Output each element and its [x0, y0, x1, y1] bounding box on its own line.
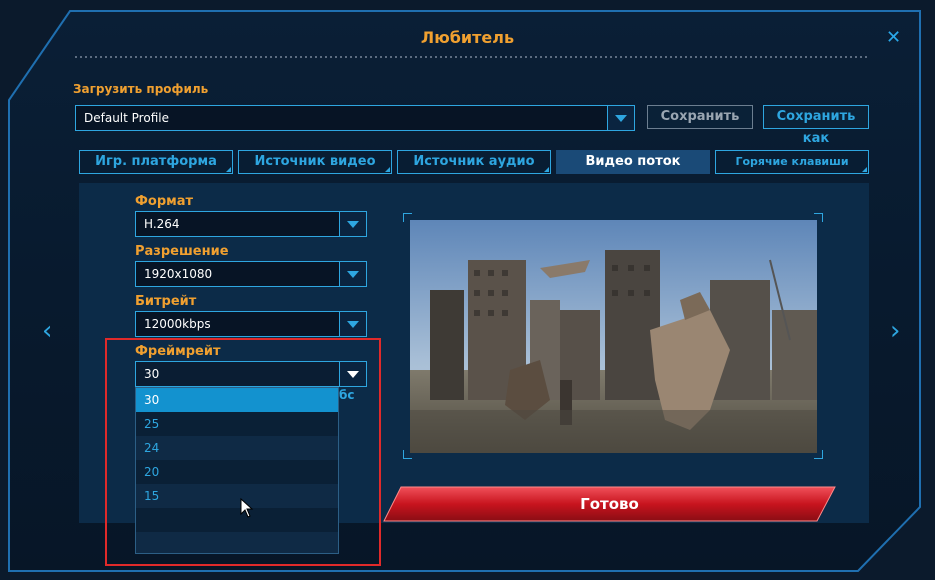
bitrate-label: Битрейт: [135, 294, 197, 309]
framerate-option[interactable]: 30: [136, 388, 338, 412]
framerate-dropdown-list: 30 25 24 20 15: [135, 387, 339, 554]
framerate-select[interactable]: 30: [135, 361, 367, 387]
tab-hotkeys[interactable]: Горячие клавиши: [715, 150, 869, 174]
tab-label: Игр. платформа: [95, 154, 217, 169]
framerate-option[interactable]: 24: [136, 436, 338, 460]
mouse-cursor-icon: [240, 498, 254, 518]
framerate-option[interactable]: 25: [136, 412, 338, 436]
profile-select-value: Default Profile: [84, 111, 169, 125]
resolution-select[interactable]: 1920x1080: [135, 261, 367, 287]
tab-audio-source[interactable]: Источник аудио: [397, 150, 551, 174]
resolution-select-value: 1920x1080: [144, 267, 213, 281]
framerate-empty-row: [136, 508, 338, 532]
chevron-down-icon[interactable]: [339, 362, 366, 386]
chevron-down-icon[interactable]: [339, 312, 366, 336]
chevron-down-icon[interactable]: [339, 262, 366, 286]
load-profile-label: Загрузить профиль: [73, 82, 209, 96]
format-label: Формат: [135, 194, 194, 209]
framerate-unit-partial: бс: [339, 388, 355, 402]
tab-label: Горячие клавиши: [735, 155, 849, 168]
chevron-down-icon[interactable]: [339, 212, 366, 236]
tab-label: Источник видео: [254, 154, 376, 169]
next-arrow-icon[interactable]: ›: [890, 318, 900, 344]
framerate-option[interactable]: 15: [136, 484, 338, 508]
framerate-empty-row: [136, 532, 338, 553]
profile-select[interactable]: Default Profile: [75, 105, 635, 131]
video-preview: [410, 220, 817, 453]
title-divider: [75, 56, 870, 58]
format-select-value: H.264: [144, 217, 180, 231]
framerate-option[interactable]: 20: [136, 460, 338, 484]
tab-label: Видео поток: [585, 154, 681, 169]
save-button[interactable]: Сохранить: [647, 105, 753, 129]
framerate-select-value: 30: [144, 367, 160, 381]
tab-video-stream[interactable]: Видео поток: [556, 150, 710, 174]
window-title: Любитель: [420, 28, 515, 47]
tab-label: Источник аудио: [413, 154, 535, 169]
tab-video-source[interactable]: Источник видео: [238, 150, 392, 174]
done-button[interactable]: Готово: [383, 486, 836, 522]
save-as-button[interactable]: Сохранить как: [763, 105, 869, 146]
format-select[interactable]: H.264: [135, 211, 367, 237]
close-icon[interactable]: ✕: [886, 28, 901, 48]
chevron-down-icon[interactable]: [607, 106, 634, 130]
game-scene-image: [410, 220, 817, 453]
tab-game-platform[interactable]: Игр. платформа: [79, 150, 233, 174]
framerate-label: Фреймрейт: [135, 344, 221, 359]
resolution-label: Разрешение: [135, 244, 229, 259]
bitrate-select[interactable]: 12000kbps: [135, 311, 367, 337]
bitrate-select-value: 12000kbps: [144, 317, 211, 331]
prev-arrow-icon[interactable]: ‹: [42, 318, 52, 344]
